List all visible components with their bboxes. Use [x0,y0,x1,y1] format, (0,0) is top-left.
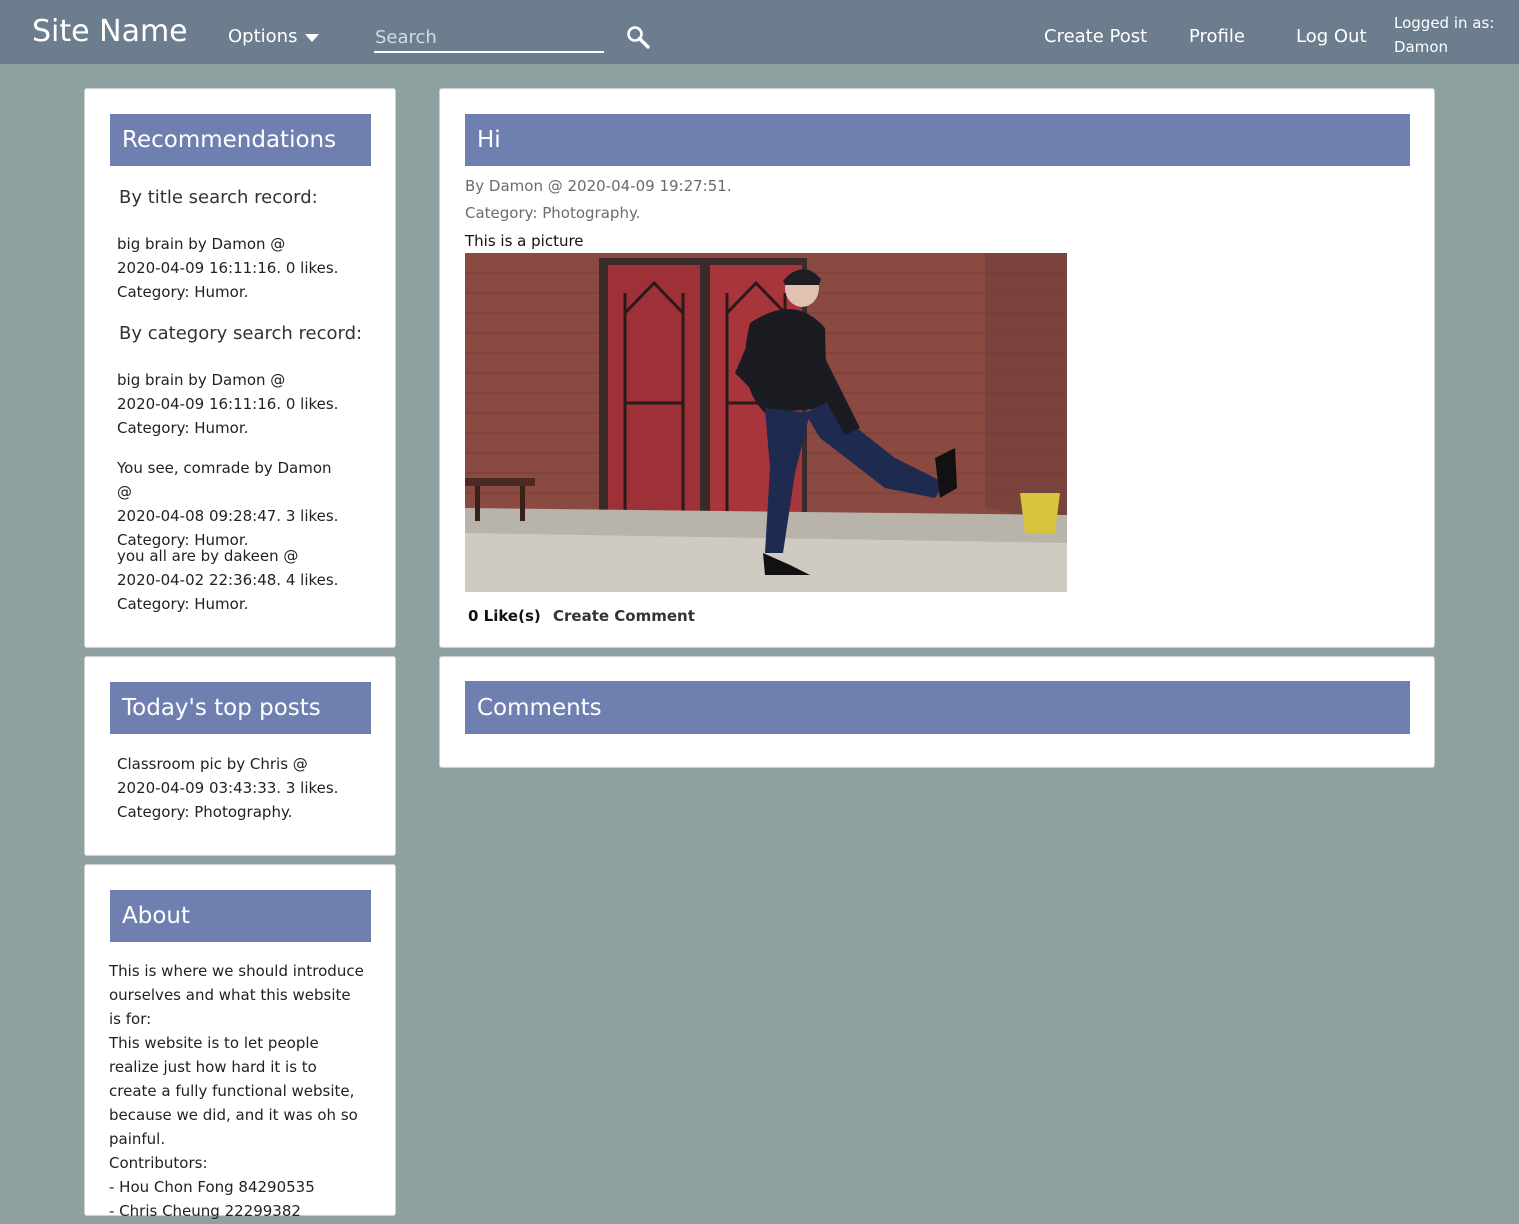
comments-title: Comments [465,681,1410,734]
list-item[interactable]: you all are by dakeen @ 2020-04-02 22:36… [117,544,347,616]
post-card: Hi By Damon @ 2020-04-09 19:27:51. Categ… [439,88,1435,648]
logged-in-label: Logged in as: [1394,14,1495,32]
by-title-label: By title search record: [119,187,318,208]
post-title: Hi [465,114,1410,166]
site-name-link[interactable]: Site Name [32,12,188,52]
logged-in-status: Logged in as: Damon [1394,11,1494,59]
post-image [465,253,1067,592]
likes-count-button[interactable]: 0 Like(s) [468,607,541,625]
create-post-link[interactable]: Create Post [1044,24,1147,50]
top-posts-title: Today's top posts [110,682,371,734]
top-posts-card: Today's top posts Classroom pic by Chris… [84,656,396,856]
caret-down-icon [305,34,320,42]
top-navbar: Site Name Options Create Post Profile Lo… [0,0,1519,64]
list-item[interactable]: Classroom pic by Chris @ 2020-04-09 03:4… [117,752,347,824]
list-item[interactable]: You see, comrade by Damon @ 2020-04-08 0… [117,456,347,552]
post-photo-icon [465,253,1067,592]
options-label: Options [228,26,298,47]
recommendations-card: Recommendations By title search record: … [84,88,396,648]
list-item[interactable]: big brain by Damon @ 2020-04-09 16:11:16… [117,232,347,304]
create-comment-button[interactable]: Create Comment [553,607,695,625]
about-card: About This is where we should introduce … [84,864,396,1220]
about-text: This is where we should introduce oursel… [109,962,369,1220]
about-title: About [110,890,371,942]
post-body: This is a picture [465,232,584,250]
post-byline: By Damon @ 2020-04-09 19:27:51. [465,177,732,195]
recommendations-title: Recommendations [110,114,371,166]
logged-in-username: Damon [1394,38,1449,56]
post-category: Category: Photography. [465,204,641,222]
comments-card: Comments [439,656,1435,768]
options-dropdown[interactable]: Options [228,24,320,50]
search-icon[interactable] [624,24,652,52]
by-category-label: By category search record: [119,323,363,344]
search-input[interactable] [374,24,604,53]
profile-link[interactable]: Profile [1189,24,1245,50]
log-out-link[interactable]: Log Out [1296,24,1367,50]
list-item[interactable]: big brain by Damon @ 2020-04-09 16:11:16… [117,368,347,440]
